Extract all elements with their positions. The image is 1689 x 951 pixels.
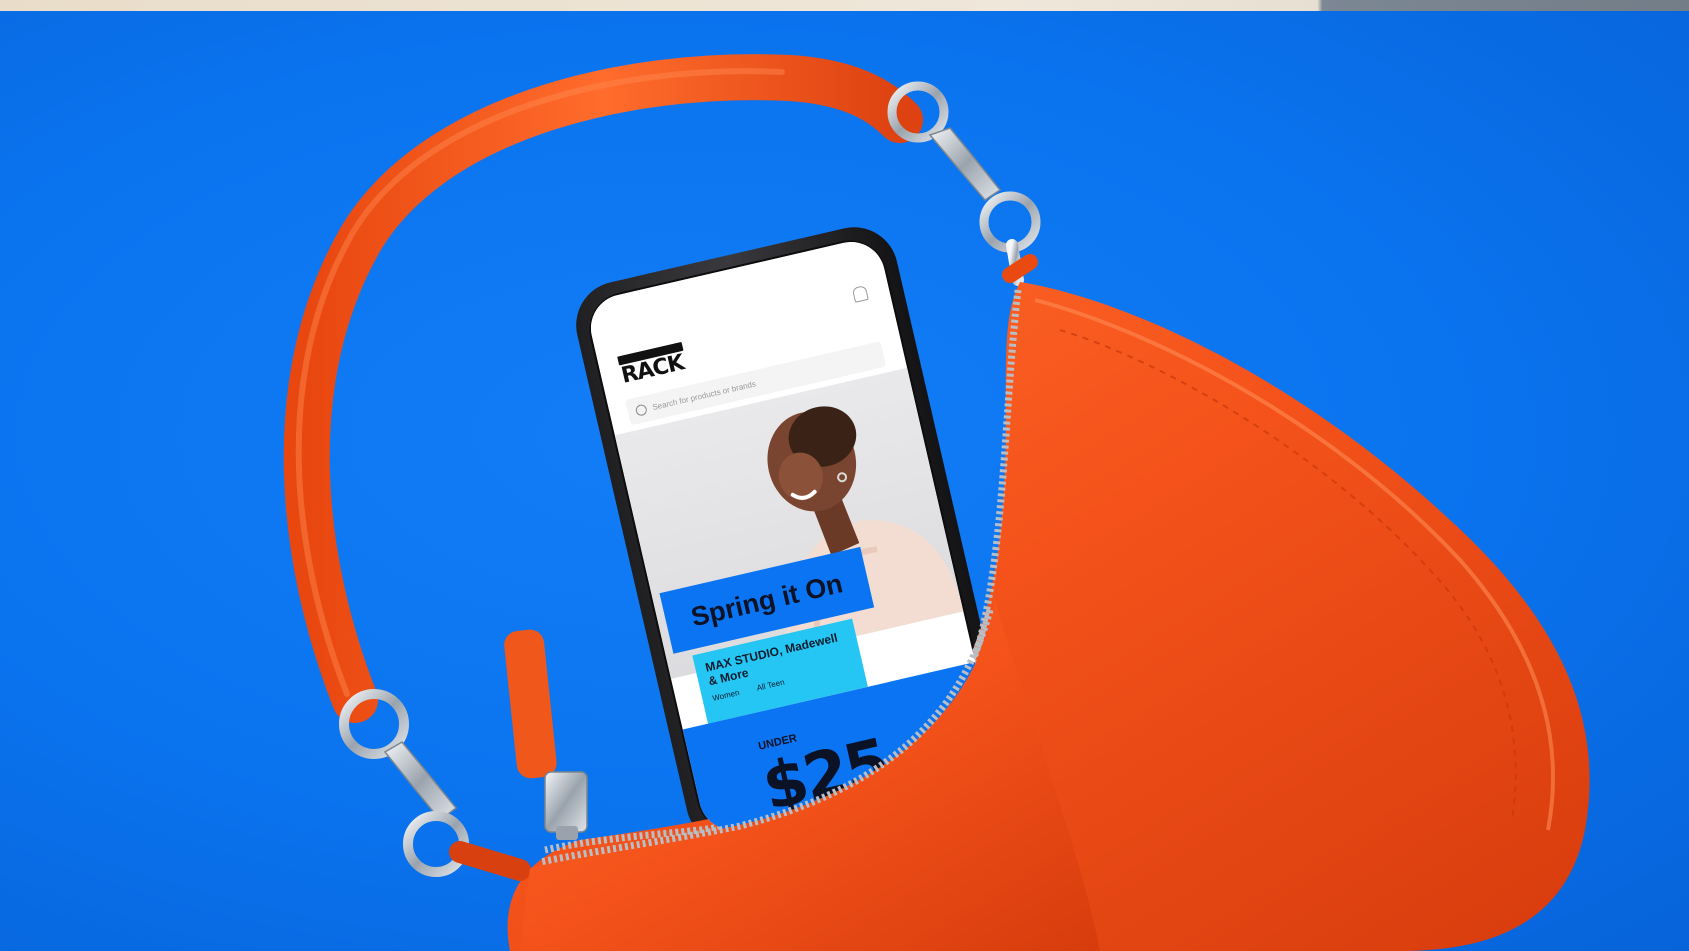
hero-image: RACK Search for products or brands Sprin… <box>0 0 1689 951</box>
bag-front-overlay <box>520 600 1100 951</box>
